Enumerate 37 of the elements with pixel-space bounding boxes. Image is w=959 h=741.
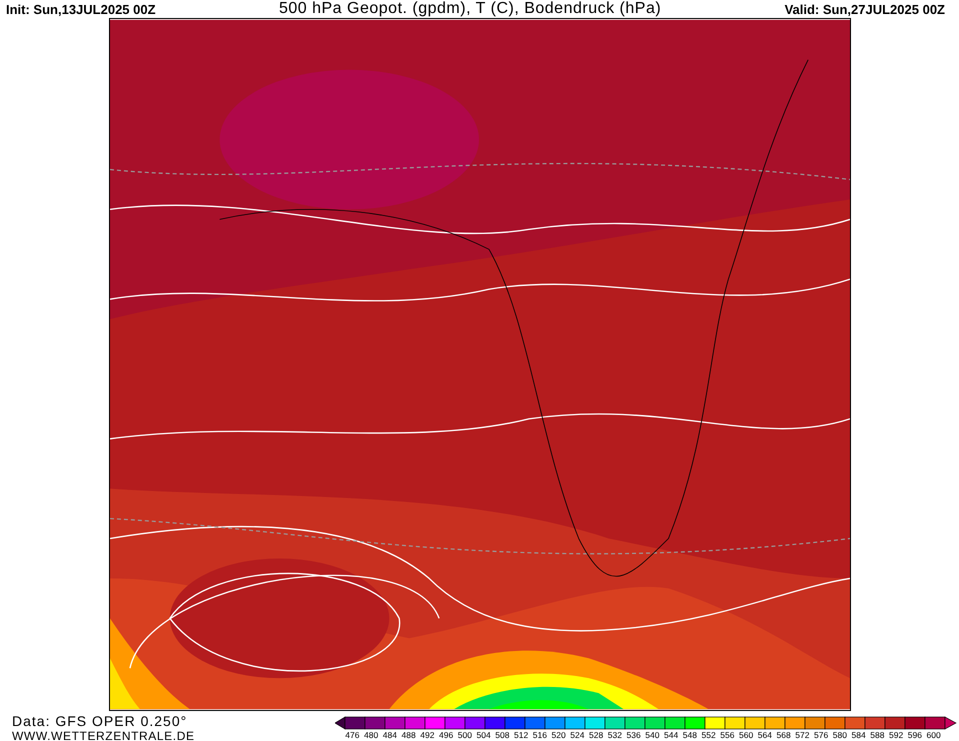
legend-tick-label: 544 — [663, 730, 680, 740]
legend-tick-label: 568 — [776, 730, 792, 740]
legend-tick-label: 576 — [813, 730, 830, 740]
legend-tick-label: 600 — [926, 730, 942, 740]
legend-tick-label: 552 — [700, 730, 717, 740]
legend-tick-label: 536 — [626, 730, 642, 740]
legend-tick-label: 532 — [606, 730, 623, 740]
legend-tick-label: 572 — [794, 730, 810, 740]
legend-tick-label: 492 — [419, 730, 436, 740]
legend-tick-label: 516 — [532, 730, 548, 740]
legend-tick-label: 564 — [756, 730, 773, 740]
legend-tick-label: 508 — [494, 730, 510, 740]
legend-tick-label: 496 — [438, 730, 454, 740]
legend-tick-label: 588 — [869, 730, 886, 740]
legend-tick-label: 580 — [832, 730, 848, 740]
data-source: Data: GFS OPER 0.250° — [12, 713, 188, 729]
legend-tick-label: 540 — [644, 730, 660, 740]
valid-time: Valid: Sun,27JUL2025 00Z — [784, 2, 945, 16]
legend-tick-label: 484 — [382, 730, 398, 740]
legend-tick-label: 592 — [888, 730, 904, 740]
init-time: Init: Sun,13JUL2025 00Z — [6, 2, 156, 16]
legend-tick-label: 480 — [363, 730, 380, 740]
legend-tick-label: 524 — [569, 730, 586, 740]
legend-tick-label: 504 — [476, 730, 492, 740]
legend-tick-label: 476 — [344, 730, 360, 740]
legend-tick-label: 556 — [719, 730, 736, 740]
legend-tick-label: 500 — [456, 730, 473, 740]
legend-tick-label: 584 — [850, 730, 867, 740]
legend-tick-label: 520 — [550, 730, 567, 740]
legend-tick-label: 548 — [682, 730, 698, 740]
legend-tick-label: 528 — [588, 730, 604, 740]
legend-tick-label: 560 — [738, 730, 754, 740]
legend-tick-label: 488 — [400, 730, 417, 740]
map-title: 500 hPa Geopot. (gpdm), T (C), Bodendruck (hPa) — [278, 0, 662, 18]
legend-tick-label: 512 — [513, 730, 530, 740]
website-credit: WWW.WETTERZENTRALE.DE — [12, 729, 195, 741]
legend-tick-label: 596 — [906, 730, 923, 740]
